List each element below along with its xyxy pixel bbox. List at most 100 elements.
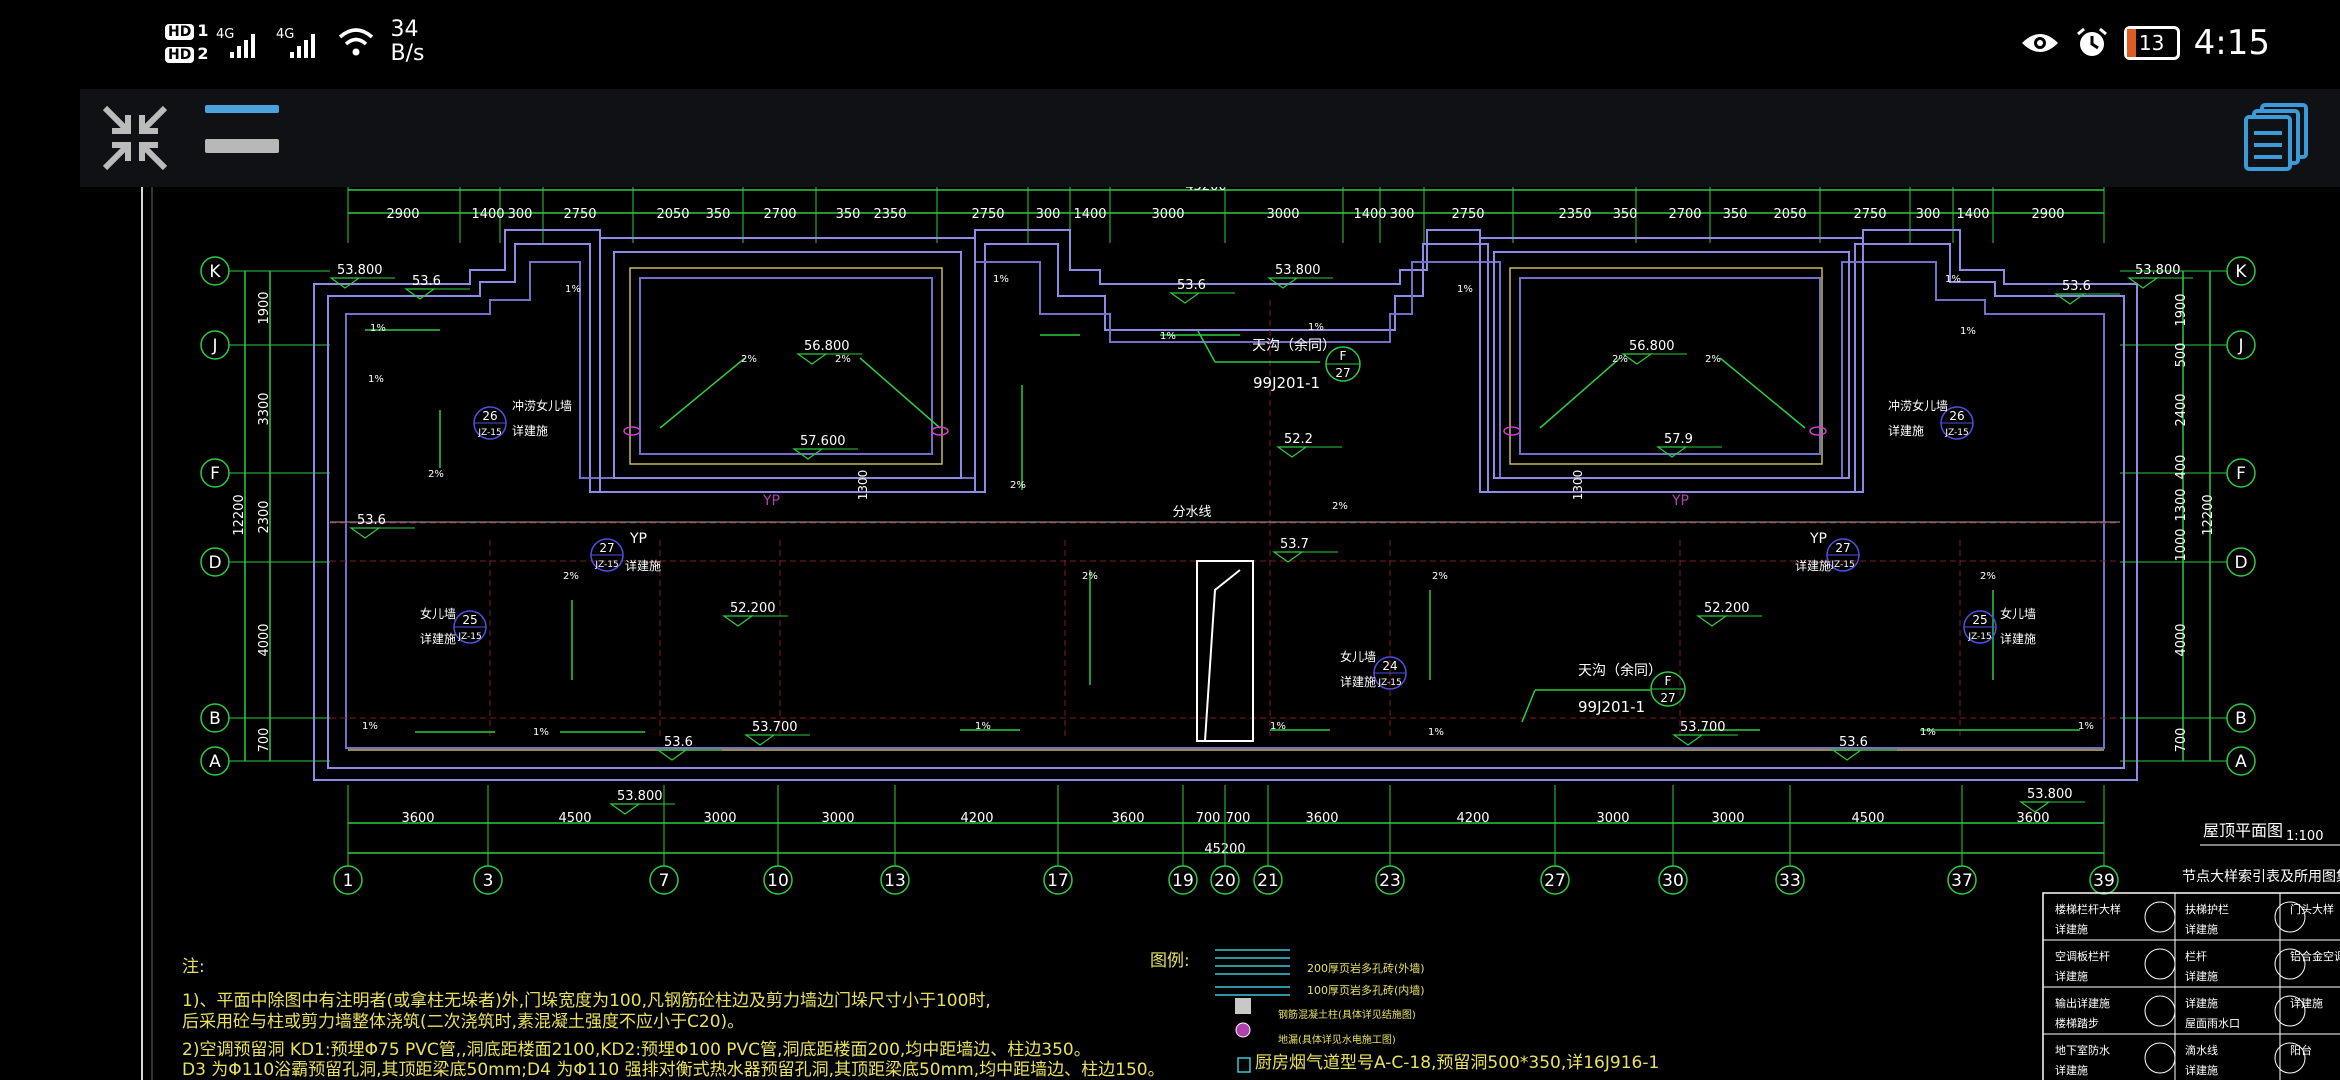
- dimension-label: 3300: [257, 392, 272, 425]
- legend-drain-symbol: [1235, 1022, 1251, 1038]
- detail-ref: 详建施: [1795, 558, 1831, 573]
- detail-label: 女儿墙: [1340, 649, 1376, 664]
- dimension-label: 2350: [873, 207, 906, 222]
- detail-sheet: JZ-15: [1377, 678, 1401, 688]
- slope-label: 2%: [1010, 480, 1026, 491]
- cad-drawing[interactable]: 45200 1245691114151618202224252629313435…: [0, 187, 2340, 1080]
- notes-line-2: 后采用砼与柱或剪力墙整体浇筑(二次浇筑时,素混凝土强度不应小于C20)。: [182, 1012, 744, 1032]
- slope-label: 2%: [1332, 501, 1348, 512]
- slope-label: 1%: [2078, 721, 2094, 732]
- detail-table: 楼梯栏杆大样详建施扶梯护栏详建施门头大样空调板栏杆详建施栏杆详建施铝合金空调百页…: [2042, 892, 2340, 1080]
- slope-label: 1%: [1457, 284, 1473, 295]
- slope-label: 2%: [1612, 354, 1628, 365]
- dimension-label: 350: [1613, 207, 1638, 222]
- elevation-label: 52.200: [1704, 601, 1750, 616]
- detail-table-cell: 详建施: [2055, 1063, 2088, 1077]
- dimension-label: 350: [836, 207, 861, 222]
- elevation-label: 53.800: [617, 789, 663, 804]
- detail-label: 女儿墙: [2000, 606, 2036, 621]
- slope-label: 2%: [563, 571, 579, 582]
- elevation-label: 53.800: [2135, 263, 2181, 278]
- status-right: 13 4:15: [2020, 18, 2270, 68]
- dimension-label: 300: [1916, 207, 1941, 222]
- collapse-icon[interactable]: [100, 103, 170, 173]
- elevation-label: 53.700: [1680, 720, 1726, 735]
- legend-item-3: 钢筋混凝土柱(具体详见结施图): [1278, 1008, 1416, 1021]
- slope-label: 2%: [1432, 571, 1448, 582]
- drawing-title: 屋顶平面图: [2203, 821, 2283, 840]
- axis-label: F: [2236, 464, 2246, 484]
- elevation-label: 53.800: [2027, 787, 2073, 802]
- detail-table-title: 节点大样索引表及所用图集: [2182, 868, 2340, 885]
- axis-label: 20: [1214, 871, 1236, 891]
- elevation-label: 53.6: [2062, 279, 2091, 294]
- detail-table-cell: 楼梯踏步: [2055, 1016, 2099, 1030]
- axis-label: B: [2235, 709, 2247, 729]
- dimension-label: 2750: [563, 207, 596, 222]
- yp-label: YP: [629, 531, 647, 547]
- elevation-label: 53.6: [664, 735, 693, 750]
- detail-number: 27: [1835, 541, 1850, 555]
- legend-flue-symbol: [1237, 1057, 1251, 1073]
- detail-sheet: JZ-15: [1944, 428, 1968, 438]
- gutter-ref-bottom: 99J201-1: [1578, 698, 1645, 716]
- elevation-label: 57.600: [800, 434, 846, 449]
- parapet-lines: [348, 267, 2104, 751]
- grid-lines: [330, 300, 2120, 740]
- legend-item-2: 100厚页岩多孔砖(内墙): [1307, 983, 1425, 997]
- detail-table-cell: 滴水线: [2185, 1043, 2218, 1057]
- dimension-label: 1300: [1571, 470, 1585, 501]
- dimension-label: 400: [2174, 455, 2189, 480]
- dimension-label: 3000: [1266, 207, 1299, 222]
- detail-number: 25: [462, 613, 477, 627]
- detail-sheet: JZ-15: [457, 632, 481, 642]
- elevation-label: 56.800: [804, 339, 850, 354]
- dimension-label: 4500: [1851, 811, 1884, 826]
- slope-label: 1%: [1160, 331, 1176, 342]
- signal-icon: 4G: [276, 27, 316, 58]
- detail-table-cell: 空调板栏杆: [2055, 949, 2110, 963]
- dimension-label: 1900: [257, 291, 272, 324]
- slope-label: 1%: [362, 721, 378, 732]
- gutter-label-top: 天沟（余同）: [1252, 337, 1336, 354]
- detail-number: 26: [1949, 409, 1964, 423]
- documents-icon[interactable]: [2240, 101, 2310, 173]
- dimension-label: 4000: [257, 623, 272, 656]
- gutter-label-bottom: 天沟（余同）: [1578, 662, 1662, 679]
- axis-label: F: [210, 464, 220, 484]
- watershed-label: 分水线: [1172, 505, 1211, 520]
- detail-ref: 详建施: [1340, 674, 1376, 689]
- dimension-label: 4200: [960, 811, 993, 826]
- dimension-label: 3600: [401, 811, 434, 826]
- slope-label: 1%: [533, 727, 549, 738]
- detail-table-cell: 输出详建施: [2055, 996, 2110, 1010]
- dimension-label: 2700: [763, 207, 796, 222]
- dimension-label: 700: [2174, 728, 2189, 753]
- drain-symbol: [931, 426, 949, 436]
- dimension-label: 2700: [1668, 207, 1701, 222]
- dimension-label: 350: [1723, 207, 1748, 222]
- notes-line-4: D3 为Φ110浴霸预留孔洞,其顶距梁底50mm;D4 为Φ110 强排对衡式热…: [182, 1060, 1165, 1080]
- dimension-label: 2750: [1853, 207, 1886, 222]
- axis-label: 19: [1172, 871, 1194, 891]
- layer-toggle-icon[interactable]: [205, 105, 279, 153]
- dimension-label: 700: [1226, 811, 1251, 826]
- slope-label: 2%: [741, 354, 757, 365]
- status-left: HD 1 HD 2 4G 4G 34 B/s: [165, 12, 424, 72]
- detail-ref: 详建施: [420, 631, 456, 646]
- dimension-label: 1300: [856, 470, 870, 501]
- gutter-letter-top: F: [1340, 349, 1347, 363]
- dimension-label: 12200: [2201, 494, 2216, 535]
- dimension-label: 3000: [1596, 811, 1629, 826]
- dimension-label: 300: [1036, 207, 1061, 222]
- detail-table-cell: 详建施: [2185, 922, 2218, 936]
- dimension-label: 1000: [2174, 528, 2189, 561]
- axis-label: 21: [1257, 871, 1279, 891]
- slope-label: 1%: [370, 323, 386, 334]
- dimension-label: 2050: [656, 207, 689, 222]
- drain-symbol: [1503, 426, 1521, 436]
- net1-label: 4G: [216, 27, 234, 42]
- detail-table-cell: 详建施: [2185, 1063, 2218, 1077]
- top-axis-bubbles: 1245691114151618202224252629313435363839: [347, 187, 2105, 243]
- eye-comfort-icon: [2021, 34, 2058, 52]
